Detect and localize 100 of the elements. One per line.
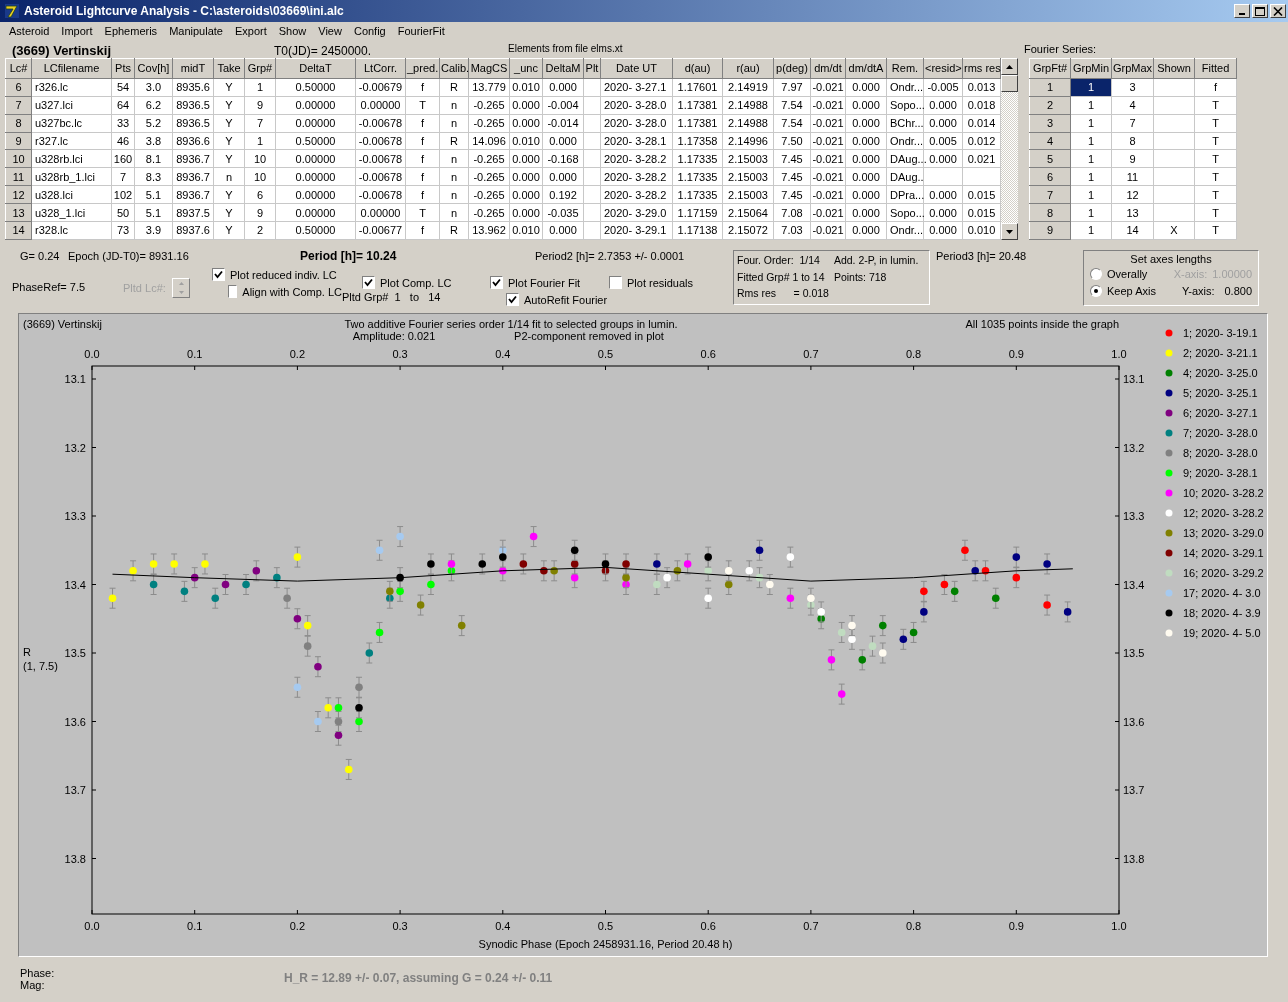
checkbox-label[interactable]: Plot reduced indiv. LC [230, 268, 337, 281]
tick-label: 13.6 [1123, 715, 1145, 728]
table-cell: -0.021 [810, 132, 846, 150]
table-cell: 0.000 [845, 96, 887, 115]
menu-item[interactable]: Import [55, 24, 99, 37]
menu-item[interactable]: FourierFit [391, 24, 451, 37]
column-header[interactable]: Pts [111, 58, 135, 79]
point [334, 704, 343, 712]
column-header[interactable]: Lc# [5, 58, 32, 79]
table-cell: f [405, 185, 440, 204]
column-header[interactable]: rms res [962, 58, 1001, 79]
column-header[interactable]: d(au) [672, 58, 723, 79]
column-header[interactable]: GrpMin [1070, 58, 1112, 79]
table-cell: 0.00000 [355, 203, 406, 222]
menu-item[interactable]: View [312, 24, 348, 37]
table-cell: -0.00678 [355, 114, 406, 133]
tick-label: 1.0 [1111, 920, 1127, 932]
column-header[interactable]: DeltaM [542, 58, 584, 79]
table-cell: 7.54 [773, 96, 811, 115]
table-cell: T [1194, 185, 1237, 204]
table-cell: 7.50 [773, 132, 811, 150]
table-cell: 0.50000 [275, 78, 356, 97]
tick-label: 1.0 [1111, 348, 1127, 360]
tick-label: 0.6 [700, 348, 716, 360]
column-header[interactable]: _unc [509, 58, 543, 79]
table-cell: -0.014 [542, 114, 584, 133]
table-cell: 0.005 [923, 132, 963, 150]
checkbox-label[interactable]: Align with Comp. LC [242, 285, 342, 298]
axis-value: 0.800 [1224, 284, 1252, 297]
column-header[interactable]: LtCorr. [355, 58, 406, 79]
menu-item[interactable]: Config [347, 24, 392, 37]
table-cell: 13 [1111, 203, 1154, 222]
column-header[interactable]: GrpMax [1111, 58, 1154, 79]
column-header[interactable]: Rem. [886, 58, 924, 79]
table-cell: Y [213, 150, 245, 168]
legend-label: 7; 2020- 3-28.0 [1183, 427, 1258, 439]
table-cell: 10 [244, 167, 276, 186]
point [1043, 601, 1051, 609]
table-cell: -0.00678 [355, 132, 406, 150]
menu-item[interactable]: Asteroid [3, 24, 56, 37]
legend-label: 1; 2020- 3-19.1 [1183, 327, 1258, 339]
column-header[interactable]: Date UT [600, 58, 673, 79]
column-header[interactable]: Take [213, 58, 245, 79]
radio-label[interactable]: Keep Axis [1107, 284, 1156, 297]
point [991, 594, 1000, 603]
legend-label: 9; 2020- 3-28.1 [1183, 467, 1258, 479]
menu-item[interactable]: Ephemeris [98, 24, 164, 37]
table-cell: Ondr... [886, 78, 924, 97]
table-cell: Ondr... [886, 132, 924, 150]
point [396, 587, 404, 596]
point [211, 594, 220, 603]
column-header[interactable]: LCfilename [31, 58, 112, 79]
checkbox-label[interactable]: Plot Fourier Fit [508, 276, 581, 289]
column-header[interactable]: <resid> [923, 58, 963, 79]
table-cell: 1.17381 [672, 114, 723, 133]
checkbox-label[interactable]: Plot residuals [627, 276, 694, 289]
column-header[interactable]: dm/dtA [845, 58, 887, 79]
table-cell: 7.45 [773, 185, 811, 204]
checkbox-label[interactable]: AutoRefit Fourier [524, 293, 608, 306]
column-header[interactable]: midT [172, 58, 214, 79]
column-header[interactable]: r(au) [722, 58, 774, 79]
table-cell: 8 [1111, 132, 1154, 150]
table-cell: 50 [111, 203, 135, 222]
table-cell: 2.15064 [722, 203, 774, 222]
table-cell: 2020- 3-29.1 [600, 221, 673, 240]
table-cell: r326.lc [31, 78, 112, 97]
table-cell: 7.45 [773, 150, 811, 168]
table-cell: X [1153, 221, 1195, 240]
tick-label: 0.8 [905, 920, 922, 932]
menu-item[interactable]: Manipulate [163, 24, 229, 37]
table-cell: 0.000 [509, 167, 543, 186]
column-header[interactable]: Calib. [439, 58, 469, 79]
column-header[interactable]: DeltaT [275, 58, 356, 79]
column-header[interactable]: dm/dt [810, 58, 846, 79]
column-header[interactable]: Fitted [1194, 58, 1237, 79]
column-header[interactable]: _pred. [405, 58, 440, 79]
table-cell: 2020- 3-29.0 [600, 203, 673, 222]
tick-label: 13.3 [1123, 510, 1145, 522]
object-label: (3669) Vertinskij [23, 318, 102, 330]
point [858, 656, 867, 664]
table-cell: 8935.6 [172, 78, 214, 97]
menu-item[interactable]: Export [228, 24, 273, 37]
table-cell: 0.000 [542, 167, 584, 186]
group-title: Set axes lengths [1129, 253, 1213, 265]
tick-label: 13.4 [64, 578, 86, 591]
t0-label: T0(JD)= 2450000. [274, 44, 373, 58]
column-header[interactable]: MagCS [468, 58, 510, 79]
table-cell: 0.000 [509, 96, 543, 115]
column-header[interactable]: Grp# [244, 58, 276, 79]
column-header[interactable]: p(deg) [773, 58, 811, 79]
table-cell: 0.000 [542, 78, 584, 97]
menu-item[interactable]: Show [272, 24, 313, 37]
column-header[interactable]: Shown [1153, 58, 1195, 79]
period-value: Period [h]= 10.24 [300, 249, 398, 263]
column-header[interactable]: GrpFt# [1029, 58, 1071, 79]
checkbox-label[interactable]: Plot Comp. LC [380, 276, 452, 289]
column-header[interactable]: Cov[h] [134, 58, 173, 79]
table-cell: n [439, 185, 469, 204]
table-cell: -0.00678 [355, 150, 406, 168]
point [386, 587, 394, 596]
